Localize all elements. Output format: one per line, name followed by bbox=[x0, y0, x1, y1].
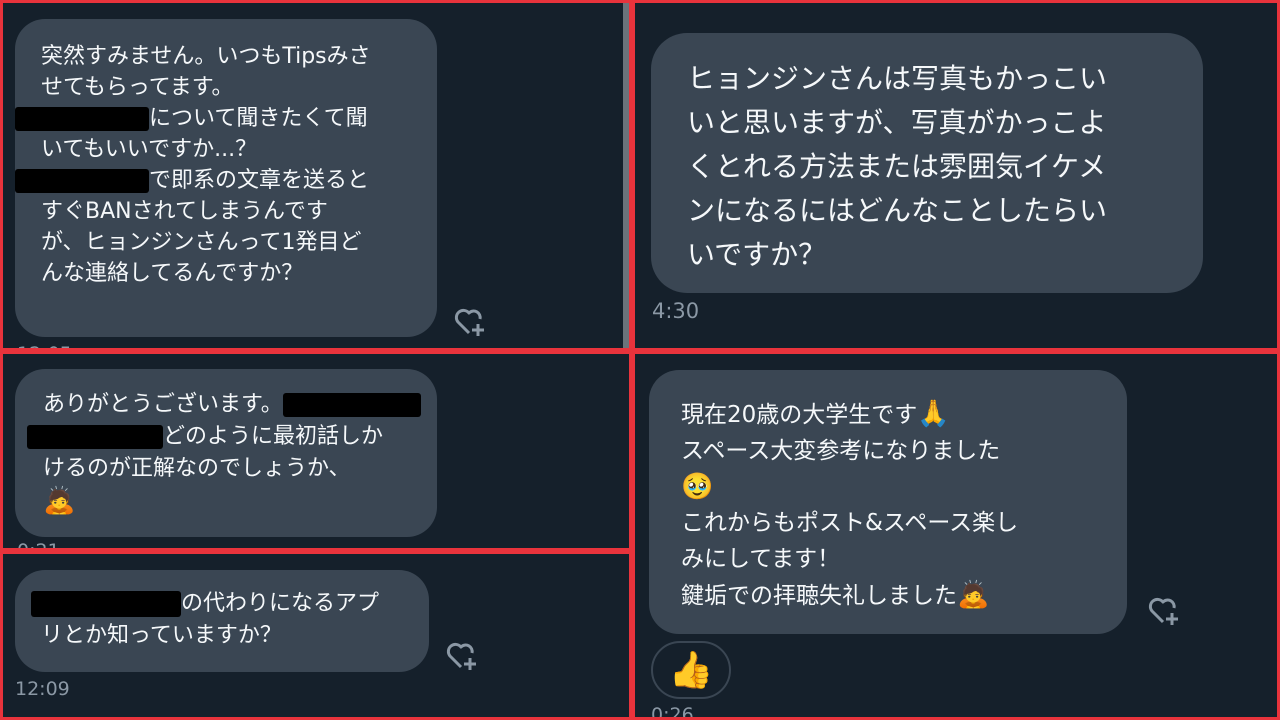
message-line: これからもポスト&スペース楽し bbox=[681, 510, 1019, 536]
message-panel-2: ありがとうございます。 どのように最初話しか けるのが正解なのでしょうか、 🙇 … bbox=[0, 351, 632, 551]
redacted-block bbox=[15, 169, 149, 193]
message-text: について聞きたくて聞 bbox=[149, 106, 368, 131]
message-line: いてもいいですか...？ bbox=[41, 137, 258, 162]
message-line: すぐBANされてしまうんです bbox=[41, 199, 328, 224]
message-panel-5: 現在20歳の大学生です🙏 スペース大変参考になりました 🥹 これからもポスト&ス… bbox=[632, 351, 1280, 720]
message-text: どのように最初話しか bbox=[163, 424, 384, 449]
thumbs-up-reaction[interactable]: 👍 bbox=[651, 641, 731, 699]
message-line-with-redaction: どのように最初話しか bbox=[27, 421, 437, 453]
heart-plus-icon[interactable] bbox=[1147, 594, 1181, 628]
message-line: ヒョンジンさんは写真もかっこい bbox=[687, 62, 1108, 95]
message-bubble[interactable]: 現在20歳の大学生です🙏 スペース大変参考になりました 🥹 これからもポスト&ス… bbox=[649, 370, 1127, 634]
message-bubble[interactable]: の代わりになるアプ リとか知っていますか？ bbox=[15, 570, 429, 672]
message-line-with-redaction: で即系の文章を送ると bbox=[15, 165, 437, 196]
message-line: けるのが正解なのでしょうか、 bbox=[43, 456, 351, 481]
message-line-with-redaction: について聞きたくて聞 bbox=[15, 103, 437, 134]
message-panel-4: ヒョンジンさんは写真もかっこい いと思いますが、写真がかっこよ くとれる方法また… bbox=[632, 0, 1280, 351]
message-line: んな連絡してるんですか？ bbox=[41, 261, 304, 286]
scroll-divider bbox=[623, 3, 629, 348]
redacted-block bbox=[282, 393, 421, 417]
redacted-block bbox=[15, 107, 149, 131]
message-line: スペース大変参考になりました bbox=[681, 438, 1001, 464]
message-text: ありがとうございます。 bbox=[43, 392, 283, 417]
message-line: リとか知っていますか？ bbox=[41, 623, 282, 648]
thumbs-up-icon: 👍 bbox=[668, 650, 714, 691]
timestamp: 12:09 bbox=[15, 678, 70, 700]
heart-plus-icon[interactable] bbox=[453, 305, 487, 339]
heart-plus-icon[interactable] bbox=[445, 639, 479, 673]
message-text: 現在20歳の大学生です bbox=[681, 402, 918, 428]
timestamp: 0:21 bbox=[17, 540, 60, 551]
timestamp: 0:26 bbox=[651, 704, 694, 720]
message-line-with-emoji: 鍵垢での拝聴失礼しました🙇 bbox=[681, 577, 1127, 614]
redacted-block bbox=[27, 425, 163, 449]
pleading-emoji-icon: 🥹 bbox=[681, 472, 714, 502]
message-text: で即系の文章を送ると bbox=[149, 168, 370, 193]
message-line: みにしてます！ bbox=[681, 546, 841, 572]
message-line: いですか？ bbox=[687, 238, 827, 271]
message-line-with-redaction: の代わりになるアプ bbox=[31, 588, 429, 620]
timestamp: 12:05 bbox=[17, 343, 72, 348]
message-line: いと思いますが、写真がかっこよ bbox=[687, 106, 1107, 139]
message-text: の代わりになるアプ bbox=[181, 591, 380, 616]
message-line: ンになるにはどんなことしたらい bbox=[687, 194, 1108, 227]
message-line: が、ヒョンジンさんって1発目ど bbox=[41, 230, 362, 255]
message-bubble[interactable]: 突然すみません。いつもTipsみさ せてもらってます。 について聞きたくて聞 い… bbox=[15, 19, 437, 337]
pray-emoji-icon: 🙏 bbox=[917, 399, 950, 429]
message-panel-3: の代わりになるアプ リとか知っていますか？ 12:09 bbox=[0, 551, 632, 720]
bowing-emoji-icon: 🙇 bbox=[43, 486, 76, 516]
message-text: 鍵垢での拝聴失礼しました bbox=[681, 583, 957, 609]
message-line: くとれる方法または雰囲気イケメ bbox=[687, 150, 1107, 183]
message-line: 突然すみません。いつもTipsみさ bbox=[41, 44, 371, 69]
message-line: せてもらってます。 bbox=[41, 75, 234, 100]
message-panel-1: 突然すみません。いつもTipsみさ せてもらってます。 について聞きたくて聞 い… bbox=[0, 0, 632, 351]
message-line-with-redaction: ありがとうございます。 bbox=[43, 389, 437, 421]
message-bubble[interactable]: ありがとうございます。 どのように最初話しか けるのが正解なのでしょうか、 🙇 bbox=[15, 369, 437, 537]
timestamp: 4:30 bbox=[652, 299, 700, 323]
bowing-emoji-icon: 🙇 bbox=[957, 580, 990, 610]
message-line-with-emoji: 現在20歳の大学生です🙏 bbox=[681, 396, 1127, 433]
redacted-block bbox=[31, 591, 181, 617]
message-bubble[interactable]: ヒョンジンさんは写真もかっこい いと思いますが、写真がかっこよ くとれる方法また… bbox=[651, 33, 1203, 293]
